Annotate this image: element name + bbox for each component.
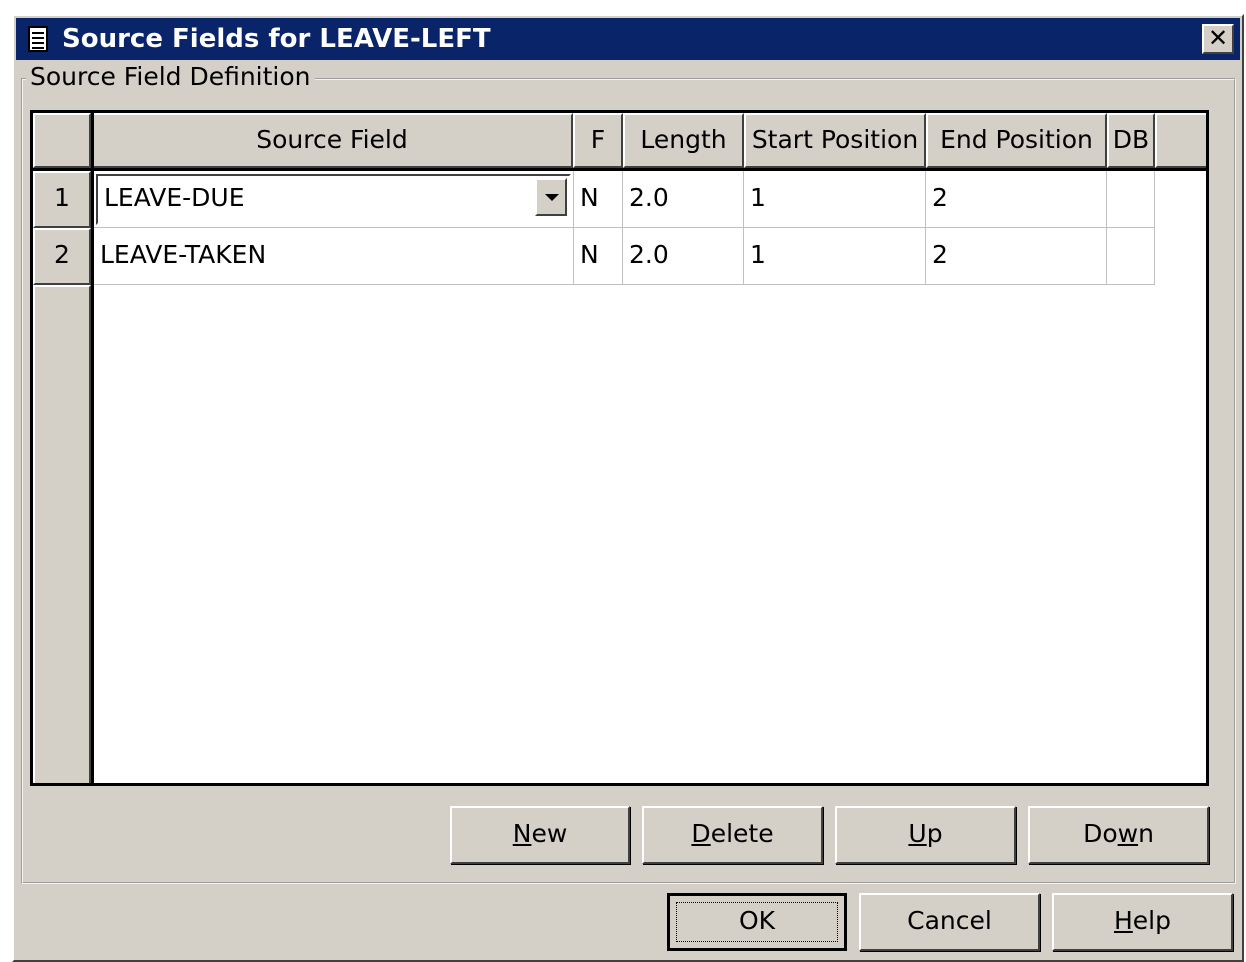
grid-corner xyxy=(33,113,91,168)
delete-button[interactable]: Delete xyxy=(642,806,823,864)
window-title: Source Fields for LEAVE-LEFT xyxy=(62,24,491,54)
close-icon: ✕ xyxy=(1207,24,1229,52)
new-button[interactable]: New xyxy=(450,806,630,864)
header-end-position[interactable]: End Position xyxy=(926,113,1107,168)
table-cell-length[interactable]: 2.0 xyxy=(623,228,744,285)
row-header-empty xyxy=(33,285,91,783)
up-button[interactable]: Up xyxy=(835,806,1016,864)
close-button[interactable]: ✕ xyxy=(1202,24,1234,54)
help-button[interactable]: Help xyxy=(1052,893,1233,951)
source-fields-grid[interactable]: Source Field F Length Start Position End… xyxy=(30,110,1209,786)
header-source-field[interactable]: Source Field xyxy=(91,113,573,168)
table-cell-source-field[interactable]: LEAVE-TAKEN xyxy=(94,228,574,285)
table-cell-source-field[interactable]: LEAVE-DUE xyxy=(94,171,574,228)
table-cell-start[interactable]: 1 xyxy=(744,171,926,228)
dropdown-button[interactable] xyxy=(535,178,567,216)
header-f[interactable]: F xyxy=(573,113,623,168)
table-cell-f[interactable]: N xyxy=(574,228,623,285)
table-cell-f[interactable]: N xyxy=(574,171,623,228)
title-bar: Source Fields for LEAVE-LEFT ✕ xyxy=(16,18,1240,60)
row-header-1[interactable]: 1 xyxy=(33,171,91,228)
header-db[interactable]: DB xyxy=(1107,113,1155,168)
source-field-combobox[interactable]: LEAVE-DUE xyxy=(96,174,571,225)
table-cell-db[interactable] xyxy=(1107,171,1155,228)
table-cell-start[interactable]: 1 xyxy=(744,228,926,285)
document-icon xyxy=(28,26,48,52)
header-length[interactable]: Length xyxy=(623,113,744,168)
row-header-2[interactable]: 2 xyxy=(33,228,91,285)
table-cell-length[interactable]: 2.0 xyxy=(623,171,744,228)
dialog-window: Source Fields for LEAVE-LEFT ✕ Source Fi… xyxy=(12,14,1244,962)
cancel-button[interactable]: Cancel xyxy=(859,893,1040,951)
header-start-position[interactable]: Start Position xyxy=(744,113,926,168)
chevron-down-icon xyxy=(545,194,559,201)
down-button[interactable]: Down xyxy=(1028,806,1209,864)
ok-button[interactable]: OK xyxy=(667,893,847,951)
header-filler xyxy=(1155,113,1206,168)
table-cell-end[interactable]: 2 xyxy=(926,171,1107,228)
group-label: Source Field Definition xyxy=(26,60,315,94)
table-cell-db[interactable] xyxy=(1107,228,1155,285)
table-cell-end[interactable]: 2 xyxy=(926,228,1107,285)
focus-rectangle xyxy=(676,902,838,942)
combobox-value: LEAVE-DUE xyxy=(104,183,245,212)
